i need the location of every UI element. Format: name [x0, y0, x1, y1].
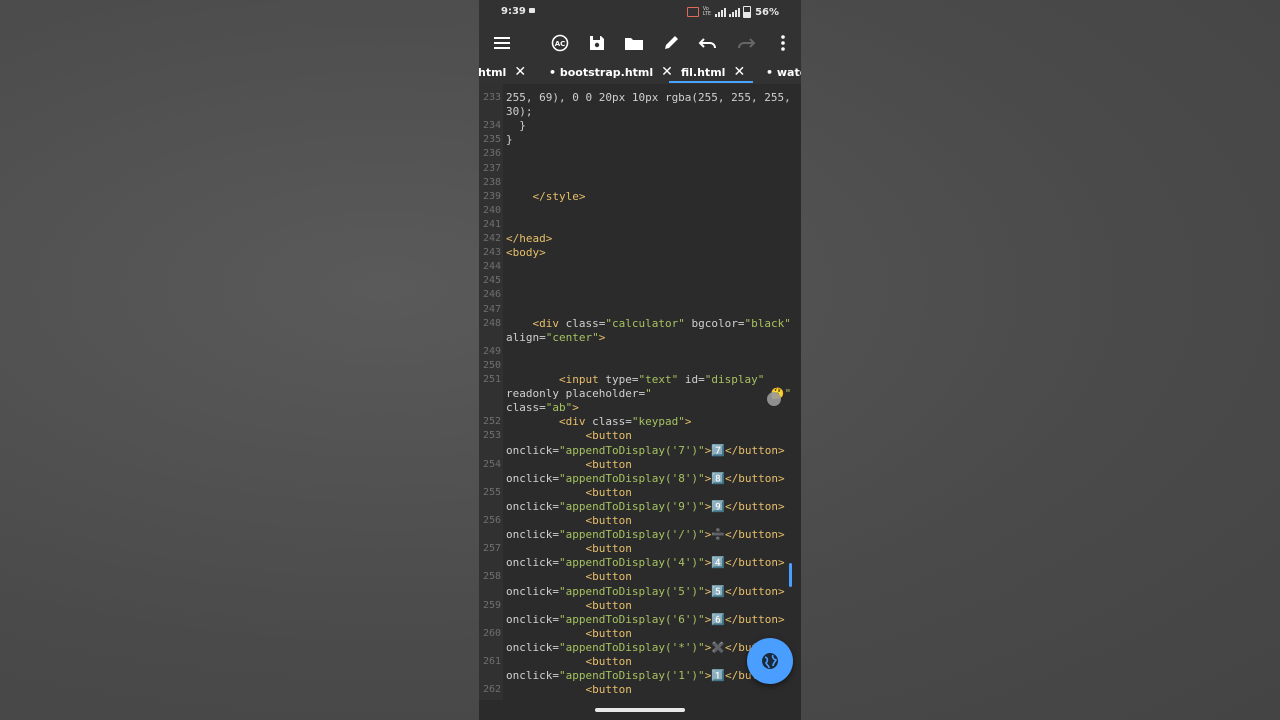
status-time: 9:39	[501, 6, 526, 17]
menu-icon[interactable]	[490, 30, 516, 56]
signal-icon	[715, 7, 727, 17]
autocomplete-icon[interactable]: AC	[547, 30, 573, 56]
line-text: 30);	[506, 105, 533, 119]
battery-icon	[743, 6, 752, 18]
preview-button[interactable]	[747, 638, 793, 684]
line-text: align="center">	[506, 330, 606, 344]
line-text: <button	[585, 542, 632, 556]
code-editor[interactable]: 233 255, 69), 0 0 20px 10px rgba(255, 255…	[479, 84, 801, 700]
line-number: 247	[482, 303, 501, 315]
line-number: 239	[482, 190, 501, 202]
line-number: 258	[482, 571, 501, 583]
line-number: 253	[482, 430, 501, 442]
close-icon[interactable]: ✕	[733, 65, 745, 79]
status-bar: 9:39 Vo LTE 56%	[479, 0, 801, 24]
active-tab-indicator	[669, 81, 753, 83]
line-text: onclick="appendToDisplay('1')">1️⃣</butt…	[506, 669, 785, 683]
battery-percent: 56%	[755, 6, 779, 18]
line-text: onclick="appendToDisplay('6')">6️⃣</butt…	[506, 612, 785, 626]
toolbar: AC	[479, 24, 801, 62]
globe-icon	[762, 653, 778, 669]
line-number: 251	[482, 374, 501, 385]
line-text: <div class="keypad">	[558, 415, 692, 429]
line-number: 257	[482, 543, 501, 555]
svg-text:AC: AC	[555, 40, 566, 48]
signal-icon-2	[729, 7, 741, 17]
status-icons: Vo LTE 56%	[686, 6, 779, 18]
line-number: 244	[482, 261, 501, 273]
line-text: </head>	[506, 232, 553, 245]
line-number: 235	[482, 134, 501, 146]
touch-indicator	[767, 392, 781, 406]
line-number: 255	[482, 486, 501, 498]
line-number: 242	[482, 233, 501, 244]
line-number: 240	[482, 204, 501, 216]
line-number: 250	[482, 359, 501, 371]
line-number: 243	[482, 247, 501, 259]
line-number: 259	[482, 599, 501, 611]
line-number: 237	[482, 162, 501, 174]
line-text: onclick="appendToDisplay('/')">➗</button…	[506, 528, 785, 542]
line-number: 254	[482, 458, 501, 470]
line-text: 255, 69), 0 0 20px 10px rgba(255, 255, 2…	[506, 91, 791, 104]
line-text: onclick="appendToDisplay('5')">5️⃣</butt…	[506, 584, 785, 598]
tab-bootstrap[interactable]: • bootstrap.html ✕	[549, 65, 673, 79]
scroll-indicator[interactable]	[789, 563, 792, 587]
line-text: <button	[585, 683, 632, 697]
line-number: 260	[482, 627, 501, 639]
line-number: 256	[482, 515, 501, 526]
line-text: <button	[585, 626, 632, 640]
line-number: 261	[482, 656, 501, 667]
line-text: onclick="appendToDisplay('9')">9️⃣</butt…	[506, 499, 785, 513]
line-number: 236	[482, 148, 501, 160]
line-text: onclick="appendToDisplay('7')">7️⃣</butt…	[506, 443, 785, 457]
pencil-icon[interactable]	[658, 30, 684, 56]
line-text: readonly placeholder=" 🤔"	[506, 387, 792, 401]
redo-icon[interactable]	[733, 30, 759, 56]
data-saver-icon	[686, 7, 699, 17]
line-text: <button	[585, 655, 632, 668]
line-number: 252	[482, 416, 501, 428]
line-text: <button	[585, 514, 632, 527]
line-text: <button	[585, 570, 632, 584]
phone-screen: 9:39 Vo LTE 56% AC html ✕ • bootstrap.ht…	[479, 0, 801, 720]
line-number: 241	[482, 218, 501, 230]
line-number: 262	[482, 684, 501, 696]
tab-html[interactable]: html ✕	[479, 65, 526, 79]
line-number: 238	[482, 176, 501, 188]
undo-icon[interactable]	[695, 30, 721, 56]
line-text: }	[506, 133, 513, 147]
line-text: <body>	[506, 246, 546, 260]
folder-icon[interactable]	[621, 30, 647, 56]
system-nav-bar	[479, 700, 801, 720]
line-number: 249	[482, 345, 501, 357]
line-text: <button	[585, 485, 632, 499]
line-text: <input type="text" id="display"	[558, 373, 765, 386]
close-icon[interactable]: ✕	[661, 65, 673, 79]
tab-watch[interactable]: • watch	[766, 66, 801, 79]
line-text: <button	[585, 457, 632, 471]
line-number: 245	[482, 275, 501, 287]
line-text: </style>	[532, 189, 586, 203]
line-number: 246	[482, 289, 501, 301]
close-icon[interactable]: ✕	[514, 65, 526, 79]
cast-icon	[529, 8, 535, 13]
line-text: onclick="appendToDisplay('*')">✖️</butto…	[506, 640, 785, 654]
more-icon[interactable]	[770, 30, 796, 56]
line-text: <button	[585, 429, 632, 443]
home-gesture-pill[interactable]	[595, 708, 685, 712]
line-text: onclick="appendToDisplay('4')">4️⃣</butt…	[506, 556, 785, 570]
line-number: 248	[482, 317, 501, 329]
tab-fil[interactable]: fil.html ✕	[681, 65, 745, 79]
line-text: }	[506, 119, 526, 133]
save-icon[interactable]	[584, 30, 610, 56]
line-text: <button	[585, 598, 632, 612]
line-text: class="ab">	[506, 401, 579, 415]
line-text: onclick="appendToDisplay('8')">8️⃣</butt…	[506, 471, 785, 485]
line-number: 234	[482, 120, 501, 132]
line-text: <div class="calculator" bgcolor="black"	[532, 316, 791, 330]
line-number: 233	[482, 92, 501, 103]
volte-icon: Vo LTE	[702, 6, 712, 17]
